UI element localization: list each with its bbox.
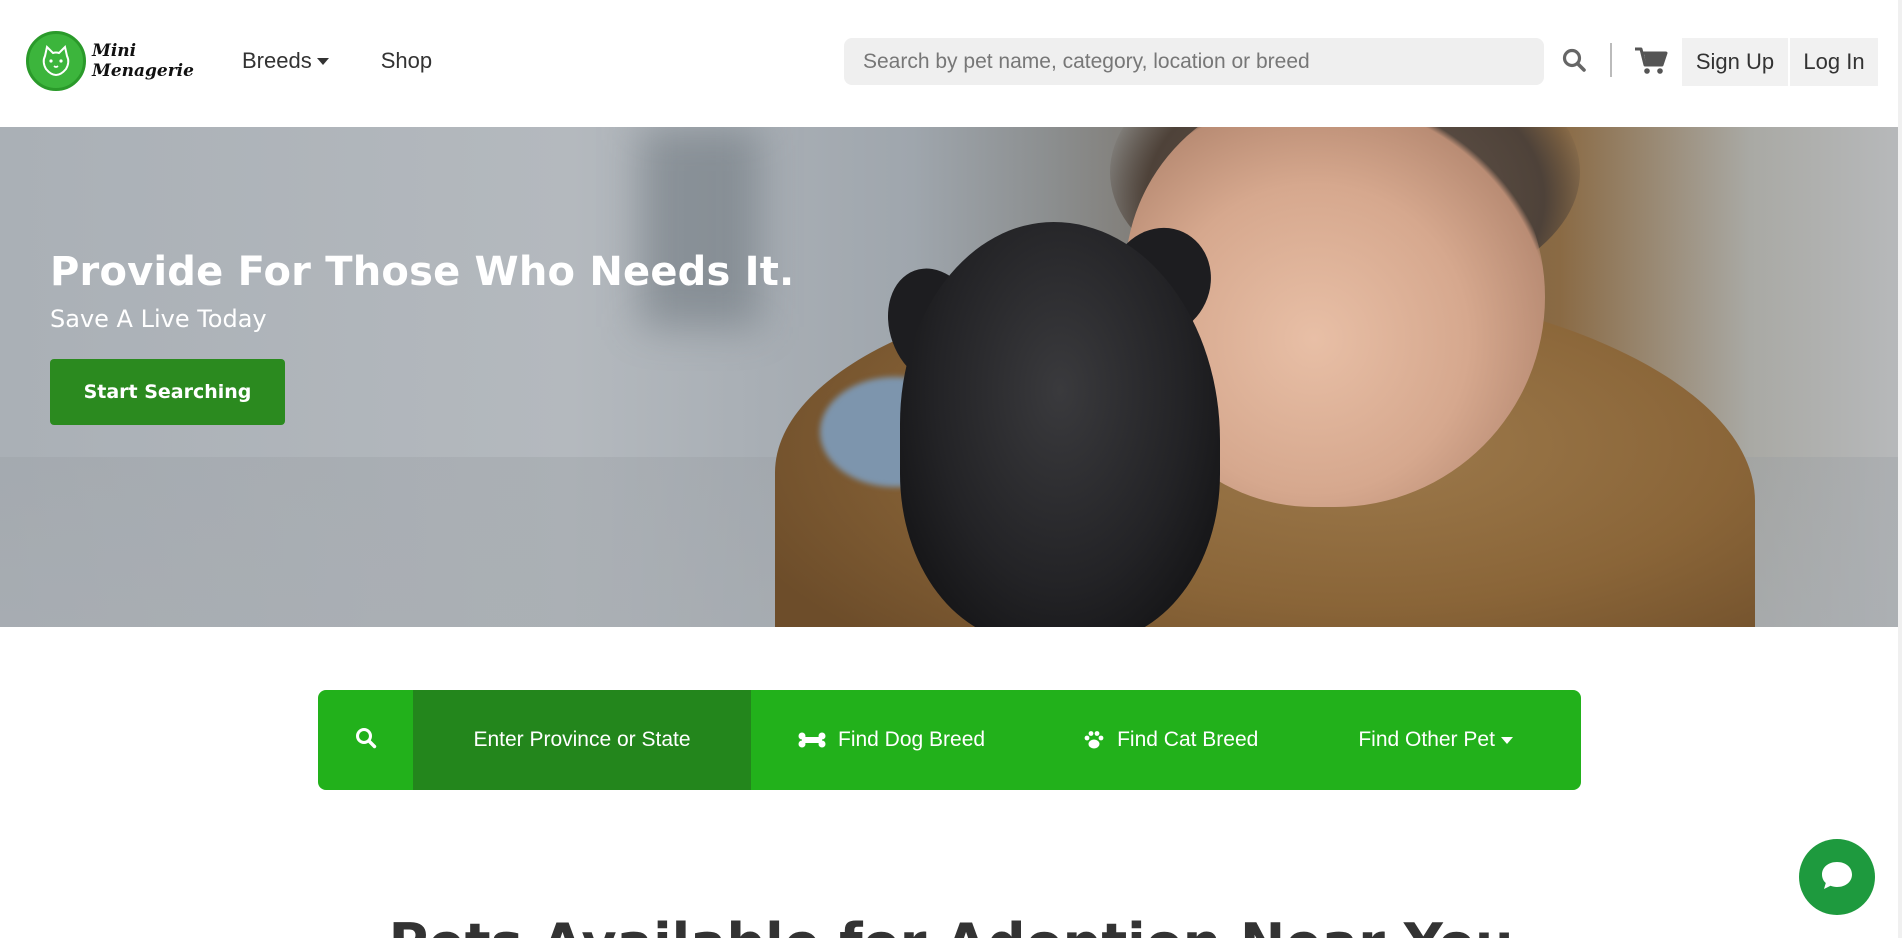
chevron-down-icon [1500,736,1513,744]
nav-breeds-label: Breeds [242,48,312,73]
site-header: Mini Menagerie Breeds Shop Sign Up Log I… [0,0,1902,127]
bone-icon [798,732,826,748]
chat-bubble-icon [1817,855,1857,900]
main-nav: Breeds Shop [242,48,432,74]
hero-title: Provide For Those Who Needs It. [50,249,795,295]
section-title: Pets Available for Adoption Near You [0,912,1902,938]
nav-shop-label: Shop [380,48,433,73]
nav-shop-link[interactable]: Shop [381,48,432,74]
signup-button[interactable]: Sign Up [1682,38,1788,86]
cart-icon[interactable] [1634,46,1668,76]
start-searching-button[interactable]: Start Searching [50,359,285,425]
find-other-pet-dropdown[interactable]: Find Other Pet [1358,690,1513,790]
brand-line1: Mini [92,41,137,61]
brand-line2: Menagerie [92,61,194,81]
scrollbar[interactable] [1898,0,1902,938]
login-button[interactable]: Log In [1790,38,1878,86]
find-dog-breed-link[interactable]: Find Dog Breed [798,690,985,790]
location-input[interactable] [413,690,751,790]
hero-subtitle: Save A Live Today [50,305,267,333]
brand-logo[interactable]: Mini Menagerie [26,31,194,91]
signup-label: Sign Up [1695,49,1775,74]
pet-search-button[interactable] [318,690,413,790]
pet-search-bar: Find Dog Breed Find Cat Breed Find Other… [318,690,1581,790]
chevron-down-icon [316,57,329,65]
find-cat-breed-link[interactable]: Find Cat Breed [1083,690,1258,790]
login-label: Log In [1803,49,1865,74]
nav-breeds-dropdown[interactable]: Breeds [242,48,329,74]
hero-banner: Provide For Those Who Needs It. Save A L… [0,127,1902,627]
search-icon [355,727,377,754]
search-icon[interactable] [1562,47,1588,75]
paw-icon [1083,729,1105,751]
header-divider [1610,43,1612,77]
hero-content: Provide For Those Who Needs It. Save A L… [50,249,794,425]
chat-widget-button[interactable] [1799,839,1875,915]
find-other-pet-label: Find Other Pet [1358,728,1495,751]
find-cat-breed-label: Find Cat Breed [1117,728,1259,751]
brand-name: Mini Menagerie [92,41,194,81]
cat-logo-icon [26,31,86,91]
header-search-input[interactable] [844,38,1544,85]
find-dog-breed-label: Find Dog Breed [838,728,986,751]
